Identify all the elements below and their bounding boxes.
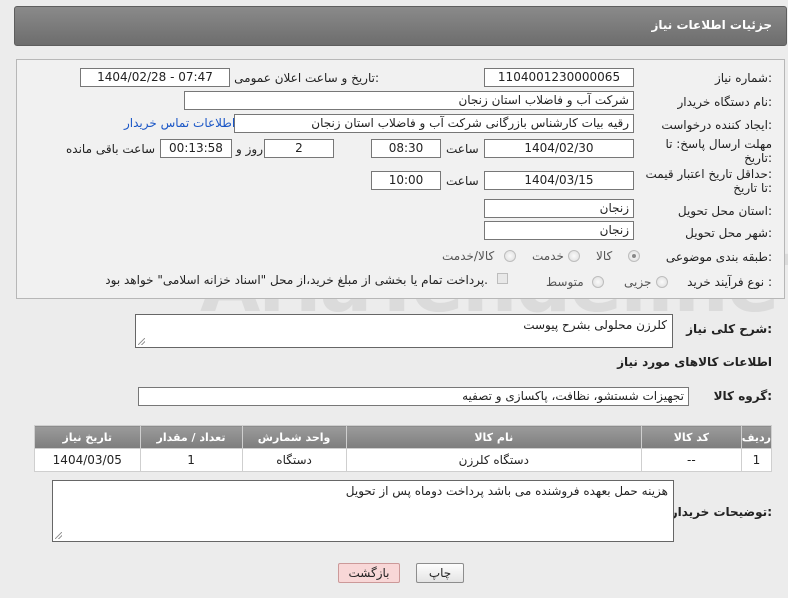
col-unit: واحد شمارش: [241, 425, 347, 449]
remaining-time-label: ساعت باقی مانده: [66, 142, 156, 156]
category-service-radio[interactable]: [568, 250, 580, 262]
buyer-org-field: شرکت آب و فاضلاب استان زنجان: [184, 91, 634, 110]
table-row: 1 -- دستگاه کلرزن دستگاه 1 1404/03/05: [34, 448, 773, 472]
col-quantity: تعداد / مقدار: [139, 425, 243, 449]
treasury-payment-checkbox[interactable]: [497, 273, 508, 284]
cell-quantity: 1: [139, 448, 243, 472]
category-goods-service-label: کالا/خدمت: [442, 249, 495, 263]
need-number-label: شماره نیاز:: [714, 71, 772, 85]
remaining-time-field: 00:13:58: [160, 139, 232, 158]
cell-item-name: دستگاه کلرزن: [345, 448, 642, 472]
purchase-type-label: نوع فرآیند خرید :: [687, 275, 772, 289]
reply-days-label: روز و: [236, 142, 263, 156]
reply-deadline-label-line2: تاریخ:: [744, 151, 772, 165]
summary-text: کلرزن محلولی بشرح پیوست: [523, 318, 667, 332]
reply-deadline-date-field: 1404/02/30: [484, 139, 634, 158]
price-validity-label-line1: حداقل تاریخ اعتبار قیمت:: [645, 167, 772, 181]
purchase-minor-radio[interactable]: [656, 276, 668, 288]
goods-info-title: اطلاعات کالاهای مورد نیاز: [617, 355, 772, 369]
price-validity-date-field: 1404/03/15: [484, 171, 634, 190]
category-goods-service-radio[interactable]: [504, 250, 516, 262]
cell-item-code: --: [640, 448, 742, 472]
need-number-field: 1104001230000065: [484, 68, 634, 87]
col-item-name: نام کالا: [345, 425, 642, 449]
category-service-label: خدمت: [532, 249, 564, 263]
page-header: جزئیات اطلاعات نیاز: [14, 6, 787, 46]
print-button[interactable]: چاپ: [416, 563, 464, 583]
col-item-code: کد کالا: [640, 425, 742, 449]
treasury-payment-label: پرداخت تمام یا بخشی از مبلغ خرید،از محل …: [105, 273, 488, 287]
announce-datetime-label: تاریخ و ساعت اعلان عمومی:: [234, 71, 379, 85]
back-button[interactable]: بازگشت: [338, 563, 400, 583]
category-goods-radio[interactable]: [628, 250, 640, 262]
resize-grip-icon: [55, 532, 62, 539]
goods-group-field: تجهیزات شستشو، نظافت، پاکسازی و تصفیه: [138, 387, 689, 406]
reply-deadline-time-field: 08:30: [371, 139, 441, 158]
purchase-medium-radio[interactable]: [592, 276, 604, 288]
col-need-date: تاریخ نیاز: [34, 425, 141, 449]
delivery-province-field: زنجان: [484, 199, 634, 218]
price-validity-time-field: 10:00: [371, 171, 441, 190]
goods-group-label: گروه کالا:: [713, 389, 772, 403]
cell-need-date: 1404/03/05: [34, 448, 141, 472]
purchase-medium-label: متوسط: [546, 275, 584, 289]
buyer-contact-link[interactable]: اطلاعات تماس خریدار: [124, 116, 235, 130]
page-title: جزئیات اطلاعات نیاز: [651, 18, 772, 32]
reply-days-field: 2: [264, 139, 334, 158]
cell-row-number: 1: [740, 448, 773, 472]
cell-unit: دستگاه: [241, 448, 347, 472]
requester-field: رقیه بیات کارشناس بازرگانی شرکت آب و فاض…: [234, 114, 634, 133]
col-row-number: ردیف: [740, 425, 773, 449]
delivery-city-label: شهر محل تحویل:: [685, 226, 772, 240]
resize-grip-icon: [138, 338, 145, 345]
delivery-city-field: زنجان: [484, 221, 634, 240]
announce-datetime-field: 1404/02/28 - 07:47: [80, 68, 230, 87]
buyer-org-label: نام دستگاه خریدار:: [677, 95, 773, 109]
buyer-notes-textarea[interactable]: هزینه حمل بعهده فروشنده می باشد پرداخت د…: [52, 480, 674, 542]
reply-deadline-time-label: ساعت: [446, 142, 479, 156]
price-validity-time-label: ساعت: [446, 174, 479, 188]
goods-table: ردیف کد کالا نام کالا واحد شمارش تعداد /…: [34, 425, 773, 472]
reply-deadline-label-line1: مهلت ارسال پاسخ: تا: [665, 137, 772, 151]
goods-table-header-row: ردیف کد کالا نام کالا واحد شمارش تعداد /…: [34, 425, 773, 449]
requester-label: ایجاد کننده درخواست:: [661, 118, 772, 132]
delivery-province-label: استان محل تحویل:: [677, 204, 772, 218]
category-label: طبقه بندی موضوعی:: [665, 250, 772, 264]
summary-textarea[interactable]: کلرزن محلولی بشرح پیوست: [135, 314, 673, 348]
price-validity-label-line2: تا تاریخ:: [733, 181, 772, 195]
buyer-notes-label: توضیحات خریدار:: [670, 505, 772, 519]
category-goods-label: کالا: [596, 249, 613, 263]
purchase-minor-label: جزیی: [624, 275, 652, 289]
summary-label: شرح کلی نیاز:: [686, 322, 772, 336]
buyer-notes-text: هزینه حمل بعهده فروشنده می باشد پرداخت د…: [345, 484, 668, 498]
